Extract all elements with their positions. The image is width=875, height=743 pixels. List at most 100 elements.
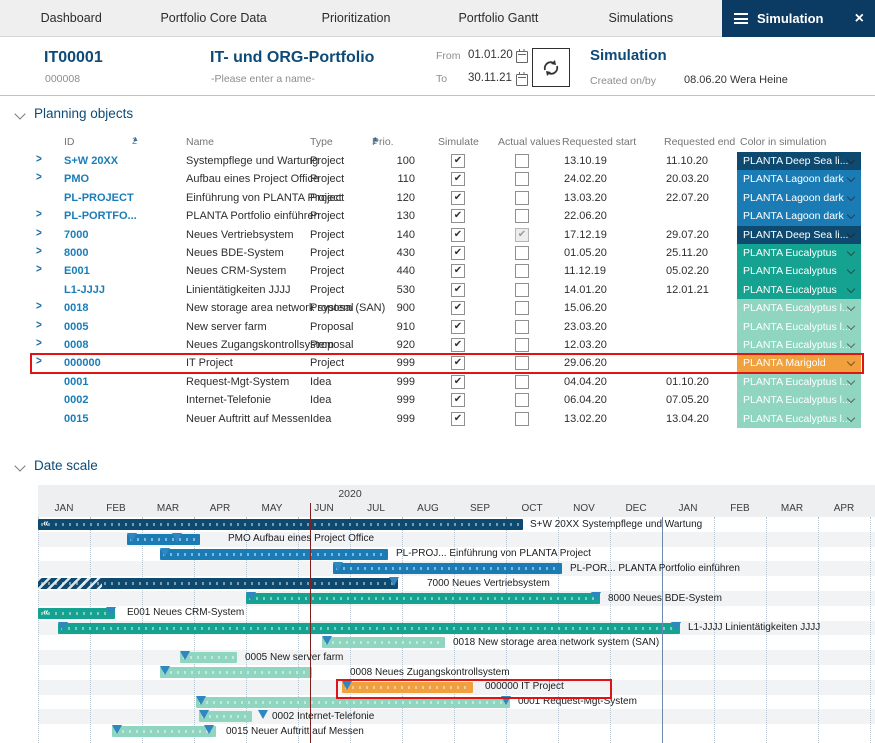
row-id-link[interactable]: S+W 20XX [64, 155, 118, 167]
color-simulation-dropdown[interactable]: PLANTA Eucalyptus [737, 262, 861, 280]
actual-values-checkbox[interactable] [515, 338, 529, 352]
to-date-field[interactable]: 30.11.21 [468, 72, 512, 84]
gantt-bar[interactable] [38, 578, 398, 589]
gantt-bar[interactable]: « [38, 519, 523, 530]
actual-values-checkbox[interactable] [515, 264, 529, 278]
table-row[interactable]: >E001Neues CRM-SystemProject440✔11.12.19… [0, 262, 875, 280]
color-simulation-dropdown[interactable]: PLANTA Lagoon dark [737, 207, 861, 225]
gantt-bar[interactable] [333, 563, 562, 574]
gantt-bar[interactable] [58, 623, 680, 634]
nav-tab-simulations[interactable]: Simulations [570, 0, 712, 36]
calendar-icon[interactable] [516, 74, 528, 86]
table-row[interactable]: >0018New storage area network system (SA… [0, 299, 875, 317]
simulate-checkbox[interactable]: ✔ [451, 393, 465, 407]
color-simulation-dropdown[interactable]: PLANTA Lagoon dark [737, 189, 861, 207]
gantt-bar[interactable] [160, 667, 312, 678]
simulate-checkbox[interactable]: ✔ [451, 154, 465, 168]
actual-values-checkbox[interactable] [515, 412, 529, 426]
col-requested-end[interactable]: Requested end [664, 136, 735, 148]
color-simulation-dropdown[interactable]: PLANTA Eucalyptus [737, 244, 861, 262]
color-simulation-dropdown[interactable]: PLANTA Eucalyptus [737, 281, 861, 299]
table-row[interactable]: 0002Internet-TelefonieIdea999✔06.04.2007… [0, 391, 875, 409]
table-row[interactable]: >S+W 20XXSystempflege und WartungProject… [0, 152, 875, 170]
actual-values-checkbox[interactable] [515, 301, 529, 315]
table-row[interactable]: 0001Request-Mgt-SystemIdea999✔04.04.2001… [0, 373, 875, 391]
col-actual-values[interactable]: Actual values [498, 136, 560, 148]
row-id-link[interactable]: 8000 [64, 247, 88, 259]
expand-chevron-icon[interactable]: > [36, 337, 42, 350]
row-id-link[interactable]: PL-PROJECT [64, 192, 134, 204]
simulate-checkbox[interactable]: ✔ [451, 375, 465, 389]
expand-chevron-icon[interactable]: > [36, 300, 42, 313]
color-simulation-dropdown[interactable]: PLANTA Eucalyptus l... [737, 373, 861, 391]
table-row[interactable]: >7000Neues VertriebsystemProject140✔✔17.… [0, 226, 875, 244]
table-row[interactable]: 0015Neuer Auftritt auf MessenIdea999✔13.… [0, 410, 875, 428]
simulate-checkbox[interactable]: ✔ [451, 172, 465, 186]
gantt-bar[interactable] [160, 549, 388, 560]
close-icon[interactable]: × [855, 10, 864, 28]
actual-values-checkbox[interactable] [515, 283, 529, 297]
nav-tab-dashboard[interactable]: Dashboard [0, 0, 142, 36]
expand-chevron-icon[interactable]: > [36, 226, 42, 239]
actual-values-checkbox[interactable] [515, 209, 529, 223]
table-row[interactable]: >PMOAufbau eines Project OfficeProject11… [0, 170, 875, 188]
table-row[interactable]: >0008Neues ZugangskontrollsystemProposal… [0, 336, 875, 354]
nav-tab-portfolio-core-data[interactable]: Portfolio Core Data [142, 0, 284, 36]
col-name[interactable]: Name [186, 136, 214, 148]
simulate-checkbox[interactable]: ✔ [451, 191, 465, 205]
actual-values-checkbox[interactable] [515, 154, 529, 168]
color-simulation-dropdown[interactable]: PLANTA Eucalyptus l... [737, 391, 861, 409]
row-id-link[interactable]: PL-PORTFO... [64, 210, 137, 222]
gantt-bar[interactable] [322, 637, 445, 648]
simulate-checkbox[interactable]: ✔ [451, 338, 465, 352]
simulate-checkbox[interactable]: ✔ [451, 228, 465, 242]
col-requested-start[interactable]: Requested start [562, 136, 636, 148]
gantt-bar[interactable]: « [38, 608, 115, 619]
nav-tab-prioritization[interactable]: Prioritization [285, 0, 427, 36]
collapse-chevron-icon[interactable] [14, 108, 25, 119]
gantt-bar[interactable] [127, 534, 200, 545]
color-simulation-dropdown[interactable]: PLANTA Deep Sea li... [737, 152, 861, 170]
col-simulate[interactable]: Simulate [438, 136, 479, 148]
collapse-chevron-icon[interactable] [14, 460, 25, 471]
row-id-link[interactable]: E001 [64, 265, 90, 277]
from-date-field[interactable]: 01.01.20 [468, 49, 513, 61]
actual-values-checkbox[interactable] [515, 375, 529, 389]
expand-chevron-icon[interactable]: > [36, 245, 42, 258]
row-id-link[interactable]: 0002 [64, 394, 88, 406]
expand-chevron-icon[interactable]: > [36, 208, 42, 221]
gantt-bar[interactable] [112, 726, 216, 737]
actual-values-checkbox[interactable] [515, 172, 529, 186]
col-color-in-simulation[interactable]: Color in simulation [740, 136, 826, 148]
row-id-link[interactable]: 0008 [64, 339, 88, 351]
actual-values-checkbox[interactable] [515, 246, 529, 260]
expand-chevron-icon[interactable]: > [36, 153, 42, 166]
row-id-link[interactable]: L1-JJJJ [64, 284, 105, 296]
color-simulation-dropdown[interactable]: PLANTA Lagoon dark [737, 170, 861, 188]
actual-values-checkbox[interactable]: ✔ [515, 228, 529, 242]
table-row[interactable]: PL-PROJECTEinführung von PLANTA ProjectP… [0, 189, 875, 207]
portfolio-name-placeholder[interactable]: -Please enter a name- [211, 73, 315, 85]
row-id-link[interactable]: PMO [64, 173, 89, 185]
nav-tab-portfolio-gantt[interactable]: Portfolio Gantt [427, 0, 569, 36]
calendar-icon[interactable] [516, 51, 528, 63]
expand-chevron-icon[interactable]: > [36, 263, 42, 276]
table-row[interactable]: >PL-PORTFO...PLANTA Portfolio einführenP… [0, 207, 875, 225]
actual-values-checkbox[interactable] [515, 393, 529, 407]
table-row[interactable]: L1-JJJJLinientätigkeiten JJJJProject530✔… [0, 281, 875, 299]
table-row[interactable]: >0005New server farmProposal910✔23.03.20… [0, 318, 875, 336]
simulate-checkbox[interactable]: ✔ [451, 412, 465, 426]
hamburger-icon[interactable] [734, 11, 748, 27]
simulate-checkbox[interactable]: ✔ [451, 283, 465, 297]
simulate-checkbox[interactable]: ✔ [451, 264, 465, 278]
col-type[interactable]: Type [310, 136, 333, 148]
row-id-link[interactable]: 0001 [64, 376, 88, 388]
expand-chevron-icon[interactable]: > [36, 171, 42, 184]
color-simulation-dropdown[interactable]: PLANTA Eucalyptus l... [737, 318, 861, 336]
simulate-checkbox[interactable]: ✔ [451, 301, 465, 315]
color-simulation-dropdown[interactable]: PLANTA Eucalyptus l... [737, 299, 861, 317]
col-id[interactable]: ID [64, 136, 75, 148]
simulate-checkbox[interactable]: ✔ [451, 209, 465, 223]
simulate-checkbox[interactable]: ✔ [451, 246, 465, 260]
table-row[interactable]: >8000Neues BDE-SystemProject430✔01.05.20… [0, 244, 875, 262]
